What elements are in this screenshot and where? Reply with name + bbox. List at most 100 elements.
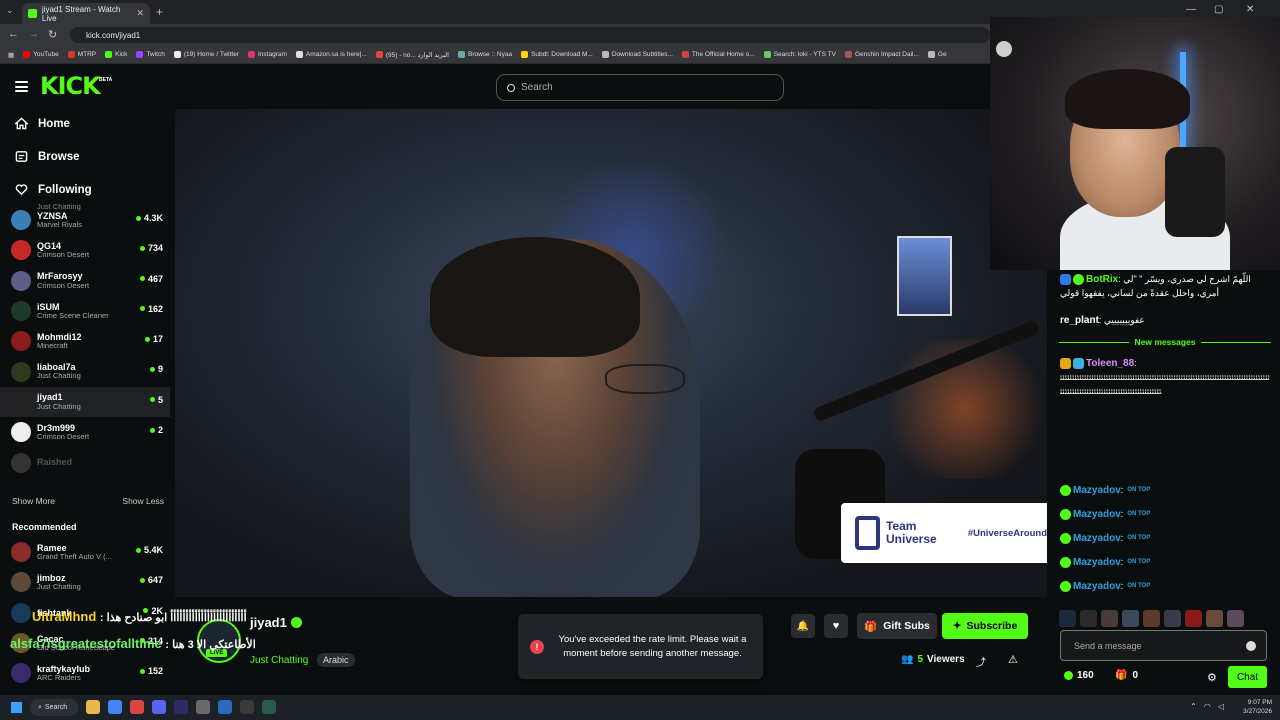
avatar[interactable]	[1143, 610, 1160, 627]
menu-icon[interactable]	[15, 81, 28, 92]
avatar[interactable]	[1080, 610, 1097, 627]
bookmark-item[interactable]: (95) - no... البريد الوارد	[375, 51, 449, 59]
back-icon[interactable]: ←	[8, 28, 19, 40]
viewer-number: 5	[917, 654, 924, 665]
chat-username[interactable]: re_plant	[1060, 315, 1099, 326]
bookmark-item[interactable]: Subdl: Download M...	[521, 51, 593, 58]
close-window-icon[interactable]: ✕	[1246, 4, 1254, 15]
chat-username[interactable]: Mazyadov	[1073, 485, 1121, 496]
app-icon[interactable]	[174, 700, 188, 714]
file-explorer-icon[interactable]	[86, 700, 100, 714]
app-icon[interactable]	[196, 700, 210, 714]
chrome-icon[interactable]	[108, 700, 122, 714]
apps-icon[interactable]: ▦	[8, 51, 14, 59]
wifi-icon[interactable]: ◠	[1204, 702, 1211, 711]
bookmark-item[interactable]: Genshin Impact Dail...	[844, 51, 919, 58]
forward-icon[interactable]: →	[28, 28, 39, 40]
chat-message-input[interactable]: Send a message	[1060, 630, 1267, 661]
on-top-emote: ON TOP	[1127, 582, 1151, 589]
app-icon[interactable]	[240, 700, 254, 714]
follow-button[interactable]: ♥	[824, 614, 848, 638]
bookmark-item[interactable]: MTRP	[67, 51, 96, 58]
nav-browse[interactable]: Browse	[15, 150, 80, 163]
channel-item[interactable]: kraftykaylub ARC Raiders 152	[0, 658, 170, 688]
nav-home[interactable]: Home	[15, 117, 70, 130]
volume-icon[interactable]: ◁	[1218, 702, 1224, 711]
minimize-icon[interactable]: —	[1186, 4, 1196, 15]
chat-username[interactable]: Mazyadov	[1073, 509, 1121, 520]
windows-start-icon[interactable]	[11, 702, 22, 713]
channel-points[interactable]: 160	[1064, 670, 1094, 681]
reload-icon[interactable]: ↻	[48, 28, 57, 41]
close-tab-icon[interactable]: ✕	[136, 8, 144, 19]
channel-item[interactable]: QG14 Crimson Desert 734	[0, 235, 170, 265]
avatar[interactable]	[1122, 610, 1139, 627]
channel-item[interactable]: YZNSA Marvel Rivals 4.3K	[0, 205, 170, 235]
channel-item[interactable]: liaboal7a Just Chatting 9	[0, 356, 170, 386]
avatar[interactable]	[1227, 610, 1244, 627]
channel-item-active[interactable]: jiyad1 Just Chatting 5	[0, 386, 170, 418]
browser-tab[interactable]: jiyad1 Stream - Watch Live ✕	[22, 3, 150, 24]
emoji-icon[interactable]	[1246, 641, 1256, 651]
bookmark-item[interactable]: Browse :: Nyaa	[457, 51, 512, 58]
chat-username[interactable]: Mazyadov	[1073, 533, 1121, 544]
bookmark-item[interactable]: Twitch	[136, 51, 165, 58]
avatar[interactable]	[1185, 610, 1202, 627]
system-tray: ⌃ ◠ ◁	[1190, 702, 1224, 711]
chat-username[interactable]: Mazyadov	[1073, 581, 1121, 592]
bookmark-item[interactable]: Download Subtitles...	[601, 51, 673, 58]
subscribe-button[interactable]: ✦ Subscribe	[942, 613, 1028, 639]
avatar[interactable]	[1059, 610, 1076, 627]
channel-item[interactable]: Dr3m999 Crimson Desert 2	[0, 417, 170, 447]
chat-username[interactable]: Mazyadov	[1073, 557, 1121, 568]
gift-subs-button[interactable]: 🎁 Gift Subs	[857, 613, 937, 639]
avatar[interactable]	[1164, 610, 1181, 627]
app-icon[interactable]	[130, 700, 144, 714]
bookmark-item[interactable]: Ge	[927, 51, 947, 58]
nav-following[interactable]: Following	[15, 183, 92, 196]
app-icon[interactable]	[218, 700, 232, 714]
language-tag[interactable]: Arabic	[317, 653, 355, 667]
verified-icon	[1060, 533, 1071, 545]
kick-logo[interactable]: KICK	[40, 72, 101, 100]
bookmark-item[interactable]: The Official Home o...	[681, 51, 755, 58]
gift-counter[interactable]: 🎁 0	[1115, 670, 1138, 681]
search-input[interactable]: Search	[496, 74, 784, 101]
video-player[interactable]: Team Universe #UniverseAround	[175, 109, 1047, 597]
app-icon[interactable]	[262, 700, 276, 714]
channel-item-offline[interactable]: Raished	[0, 447, 170, 477]
show-more-button[interactable]: Show More	[12, 496, 55, 506]
channel-item[interactable]: Ramee Grand Theft Auto V (... 5.4K	[0, 537, 170, 567]
chat-username[interactable]: BotRix	[1086, 274, 1118, 285]
gear-icon[interactable]: ⚙	[1207, 671, 1217, 684]
channel-item[interactable]: iSUM Crime Scene Cleaner 162	[0, 296, 170, 326]
channel-item[interactable]: jimboz Just Chatting 647	[0, 567, 170, 597]
bookmark-item[interactable]: Kick	[105, 51, 127, 58]
chat-username[interactable]: Toleen_88	[1086, 358, 1134, 369]
channel-item[interactable]: Mohmdi12 Minecraft 17	[0, 326, 170, 356]
bookmark-item[interactable]: (19) Home / Twitter	[173, 51, 239, 58]
maximize-icon[interactable]: ▢	[1214, 4, 1223, 15]
tab-list-icon[interactable]: ⌄	[6, 5, 14, 16]
discord-icon[interactable]	[152, 700, 166, 714]
avatar	[11, 361, 31, 382]
streamer-name[interactable]: jiyad1	[250, 615, 287, 630]
bookmark-item[interactable]: Search: loki - YTS TV	[763, 51, 836, 58]
show-less-button[interactable]: Show Less	[122, 496, 164, 506]
chat-send-button[interactable]: Chat	[1228, 666, 1267, 688]
new-tab-button[interactable]: +	[156, 5, 163, 19]
bookmark-item[interactable]: Instagram	[247, 51, 287, 58]
chevron-up-icon[interactable]: ⌃	[1190, 702, 1197, 711]
notification-button[interactable]: 🔔	[791, 614, 815, 638]
share-icon[interactable]: ⤴	[976, 654, 986, 669]
channel-item[interactable]: MrFarosyy Crimson Desert 467	[0, 266, 170, 296]
avatar[interactable]	[1206, 610, 1223, 627]
category-link[interactable]: Just Chatting	[250, 655, 308, 666]
bookmark-item[interactable]: Amazon.sa is here|...	[295, 51, 367, 58]
avatar[interactable]	[1101, 610, 1118, 627]
system-clock[interactable]: 9:07 PM 3/27/2026	[1243, 698, 1272, 716]
report-icon[interactable]: ⚠	[1008, 653, 1018, 666]
bookmark-item[interactable]: YouTube	[23, 51, 59, 58]
url-field[interactable]: kick.com/jiyad1	[70, 27, 990, 43]
taskbar-search[interactable]: ⌕ Search	[30, 699, 78, 716]
